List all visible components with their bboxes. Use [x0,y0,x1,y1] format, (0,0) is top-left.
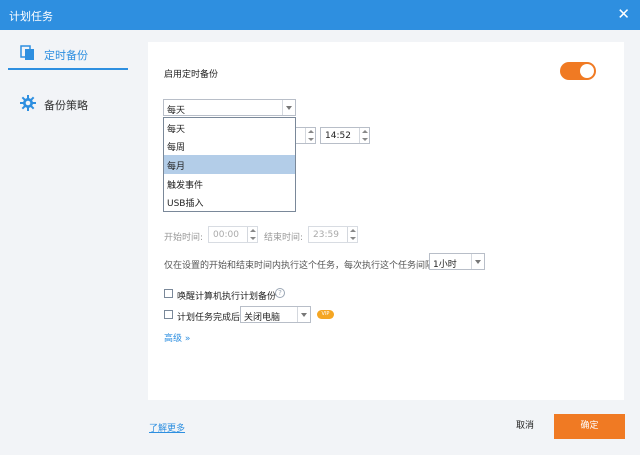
vip-badge: VIP [317,310,334,319]
stepper-up-icon[interactable] [250,229,256,232]
stepper-up-icon[interactable] [350,229,356,232]
sidebar-item-label: 备份策略 [44,99,88,112]
close-icon[interactable]: ✕ [617,5,630,23]
stepper-buttons[interactable] [247,227,257,242]
frequency-option-monthly[interactable]: 每月 [164,155,295,174]
sidebar: 定时备份 备份策略 [0,30,134,455]
ok-button[interactable]: 确定 [554,414,625,439]
toggle-knob [580,64,594,78]
title-bar: 计划任务 ✕ [0,0,640,30]
interval-description: 仅在设置的开始和结束时间内执行这个任务，每次执行这个任务间隔: [164,261,438,271]
chevron-down-icon[interactable] [471,254,484,269]
schedule-panel: 启用定时备份 每天 14:52 开始时间: 00:00 结束时间: 23:59 [148,42,624,400]
frequency-option-weekly[interactable]: 每周 [164,136,295,155]
frequency-value: 每天 [167,106,186,116]
stepper-buttons[interactable] [305,128,315,143]
copy-icon [20,45,34,60]
gear-icon [20,95,36,111]
stepper-buttons[interactable] [359,128,369,143]
stepper-down-icon[interactable] [308,138,314,141]
interval-value: 1小时 [433,260,457,270]
wake-computer-label: 唤醒计算机执行计划备份 [177,292,277,302]
learn-more-link[interactable]: 了解更多 [149,421,185,434]
stepper-buttons[interactable] [347,227,357,242]
end-time-label: 结束时间: [264,233,304,243]
start-time-value: 00:00 [213,230,239,240]
end-time-value: 23:59 [313,230,339,240]
start-time-label: 开始时间: [164,233,204,243]
frequency-dropdown-list: 每天 每周 每月 触发事件 USB插入 [163,117,296,212]
time-value: 14:52 [325,131,351,141]
interval-select[interactable]: 1小时 [429,253,485,270]
wake-computer-checkbox[interactable] [164,289,173,298]
enable-schedule-toggle[interactable] [560,62,596,80]
end-time-stepper[interactable]: 23:59 [308,226,358,243]
stepper-down-icon[interactable] [250,237,256,240]
help-icon[interactable]: ? [275,288,285,298]
after-task-label: 计划任务完成后 [177,313,241,323]
chevron-down-icon[interactable] [282,100,295,115]
enable-schedule-label: 启用定时备份 [164,70,219,80]
frequency-select[interactable]: 每天 [163,99,296,116]
cancel-button[interactable]: 取消 [506,416,544,436]
stepper-up-icon[interactable] [362,130,368,133]
after-task-action-value: 关闭电脑 [244,313,281,323]
advanced-link[interactable]: 高级 » [164,331,190,344]
sidebar-item-backup-strategy[interactable]: 备份策略 [8,86,128,120]
chevron-down-icon[interactable] [297,307,310,322]
sidebar-item-label: 定时备份 [44,49,88,62]
sidebar-item-scheduled-backup[interactable]: 定时备份 [8,36,128,70]
date-stepper[interactable] [293,127,316,144]
after-task-checkbox[interactable] [164,310,173,319]
frequency-option-usb[interactable]: USB插入 [164,192,295,211]
window-title: 计划任务 [9,10,53,23]
after-task-action-select[interactable]: 关闭电脑 [240,306,311,323]
start-time-stepper[interactable]: 00:00 [208,226,258,243]
stepper-down-icon[interactable] [362,138,368,141]
stepper-down-icon[interactable] [350,237,356,240]
frequency-option-trigger-event[interactable]: 触发事件 [164,174,295,193]
time-stepper[interactable]: 14:52 [320,127,370,144]
frequency-option-daily[interactable]: 每天 [164,118,295,137]
stepper-up-icon[interactable] [308,130,314,133]
